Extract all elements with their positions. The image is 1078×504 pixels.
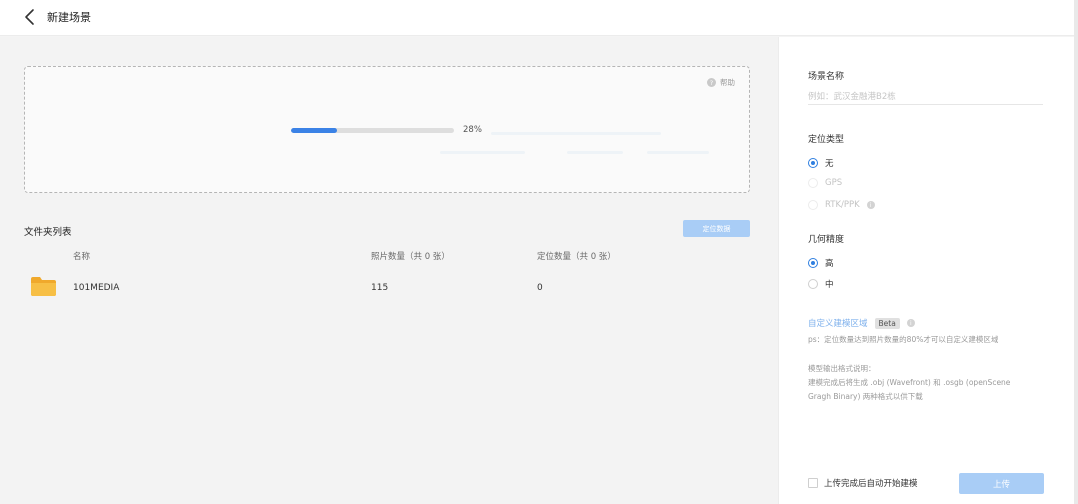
ghost-line <box>567 151 623 154</box>
main-panel: ? 帮助 28% 文件夹列表 定位数据 名称 照片数量（共 0 张） 定位数量（… <box>0 37 778 504</box>
custom-area-hint: ps：定位数量达到照片数量的80%才可以自定义建模区域 <box>808 335 999 344</box>
column-header-name: 名称 <box>73 252 91 262</box>
upload-button[interactable]: 上传 <box>959 473 1044 494</box>
radio-label: 无 <box>825 159 834 169</box>
photo-count: 115 <box>371 283 389 293</box>
position-option-rtk: RTK/PPK i <box>808 200 875 210</box>
help-icon: ? <box>707 78 716 87</box>
folder-icon <box>31 276 56 296</box>
scene-name-input[interactable] <box>808 89 1043 105</box>
output-note-title: 模型输出格式说明： <box>808 364 876 373</box>
info-icon[interactable]: i <box>866 201 875 209</box>
radio-button[interactable] <box>808 158 818 168</box>
position-option-gps: GPS <box>808 178 842 188</box>
info-icon[interactable]: i <box>906 319 915 327</box>
output-note-line: Gragh Binary) 两种格式以供下载 <box>808 392 923 401</box>
ghost-line <box>647 151 709 154</box>
precision-option-high[interactable]: 高 <box>808 257 834 269</box>
beta-badge: Beta <box>874 317 900 329</box>
radio-label: RTK/PPK <box>825 200 860 210</box>
back-arrow-icon[interactable] <box>22 8 38 26</box>
scrollbar[interactable] <box>1074 0 1078 504</box>
auto-build-checkbox-row[interactable]: 上传完成后自动开始建模 <box>808 477 918 489</box>
scene-name-label: 场景名称 <box>808 72 845 82</box>
radio-button <box>808 178 818 188</box>
radio-label: 中 <box>825 280 834 290</box>
position-type-label: 定位类型 <box>808 135 845 145</box>
precision-label: 几何精度 <box>808 235 845 245</box>
help-label: 帮助 <box>720 78 735 87</box>
ghost-line <box>440 151 525 154</box>
precision-option-medium[interactable]: 中 <box>808 278 834 290</box>
auto-build-label: 上传完成后自动开始建模 <box>824 479 918 489</box>
radio-label: GPS <box>825 178 843 188</box>
auto-build-checkbox[interactable] <box>808 478 818 488</box>
custom-area-row: 自定义建模区域 Beta i <box>808 317 915 329</box>
help-link[interactable]: ? 帮助 <box>707 77 735 88</box>
folder-list-title: 文件夹列表 <box>24 227 72 238</box>
radio-label: 高 <box>825 259 834 269</box>
page-title: 新建场景 <box>47 11 91 24</box>
radio-button[interactable] <box>808 279 818 289</box>
top-bar: 新建场景 <box>0 0 1078 36</box>
upload-progress-fill <box>291 128 337 133</box>
output-note-line: 建模完成后将生成 .obj (Wavefront) 和 .osgb (openS… <box>808 378 1011 387</box>
custom-area-link[interactable]: 自定义建模区域 <box>808 317 868 329</box>
radio-button <box>808 200 818 210</box>
column-header-photos: 照片数量（共 0 张） <box>371 252 450 262</box>
table-row[interactable]: 101MEDIA 115 0 <box>0 273 778 303</box>
settings-panel: 场景名称 定位类型 无 GPS RTK/PPK i 几何精度 高 中 自定义建模… <box>778 37 1078 504</box>
upload-drop-zone[interactable]: ? 帮助 28% <box>24 66 750 193</box>
location-count: 0 <box>537 283 543 293</box>
upload-progress-bar <box>291 128 454 133</box>
folder-name: 101MEDIA <box>73 283 120 293</box>
column-header-locations: 定位数量（共 0 张） <box>537 252 616 262</box>
radio-button[interactable] <box>808 258 818 268</box>
ghost-line <box>491 132 661 135</box>
position-option-none[interactable]: 无 <box>808 157 834 169</box>
upload-progress-text: 28% <box>463 125 482 135</box>
locate-data-button[interactable]: 定位数据 <box>683 220 750 237</box>
